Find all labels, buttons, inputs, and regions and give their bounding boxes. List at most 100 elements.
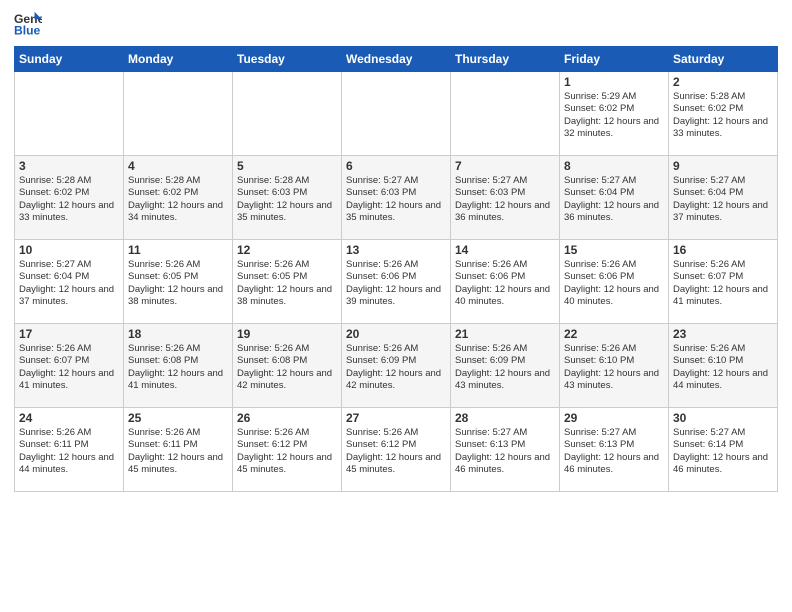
weekday-header: Friday	[560, 47, 669, 72]
calendar-cell: 25Sunrise: 5:26 AMSunset: 6:11 PMDayligh…	[124, 408, 233, 492]
weekday-header: Wednesday	[342, 47, 451, 72]
day-info-line: Sunrise: 5:27 AM	[19, 259, 119, 271]
day-info-line: Daylight: 12 hours and 35 minutes.	[346, 200, 446, 225]
day-info-line: Sunset: 6:05 PM	[237, 271, 337, 283]
day-info-line: Sunrise: 5:26 AM	[237, 259, 337, 271]
day-info-line: Sunrise: 5:26 AM	[564, 259, 664, 271]
day-info-line: Sunrise: 5:28 AM	[237, 175, 337, 187]
day-info-line: Sunrise: 5:26 AM	[237, 427, 337, 439]
day-number: 7	[455, 159, 555, 173]
calendar-week-row: 17 Sunrise: 5:26 AM Sunset: 6:07 PM Dayligh…	[15, 324, 778, 408]
day-number: 23	[673, 327, 773, 341]
day-number: 26	[237, 411, 337, 425]
day-info-line: Sunrise: 5:29 AM	[564, 91, 664, 103]
calendar-week-row: 3Sunrise: 5:28 AMSunset: 6:02 PMDaylight…	[15, 156, 778, 240]
day-info-line: Daylight: 12 hours and 38 minutes.	[237, 284, 337, 309]
day-info-line: Sunrise: 5:28 AM	[128, 175, 228, 187]
day-info-line: Daylight: 12 hours and 34 minutes.	[128, 200, 228, 225]
day-info-line: Daylight: 12 hours and 40 minutes.	[455, 284, 555, 309]
day-info-line: Sunset: 6:14 PM	[673, 439, 773, 451]
day-info-line: Sunrise: 5:27 AM	[455, 175, 555, 187]
weekday-header: Sunday	[15, 47, 124, 72]
day-info-line: Sunset: 6:11 PM	[128, 439, 228, 451]
day-info-line: Sunset: 6:09 PM	[346, 355, 446, 367]
calendar-table: SundayMondayTuesdayWednesdayThursdayFrid…	[14, 46, 778, 492]
day-info-line: Daylight: 12 hours and 36 minutes.	[564, 200, 664, 225]
calendar-cell: 8Sunrise: 5:27 AMSunset: 6:04 PMDaylight…	[560, 156, 669, 240]
day-number: 10	[19, 243, 119, 257]
day-info-line: Sunset: 6:03 PM	[455, 187, 555, 199]
day-info-line: Sunrise: 5:28 AM	[19, 175, 119, 187]
day-info-line: Daylight: 12 hours and 46 minutes.	[564, 452, 664, 477]
day-info-line: Sunset: 6:07 PM	[19, 355, 119, 367]
calendar-cell: 1Sunrise: 5:29 AMSunset: 6:02 PMDaylight…	[560, 72, 669, 156]
day-info-line: Daylight: 12 hours and 41 minutes.	[128, 368, 228, 393]
day-info-line: Sunset: 6:03 PM	[237, 187, 337, 199]
calendar-cell: 16Sunrise: 5:26 AMSunset: 6:07 PMDayligh…	[669, 240, 778, 324]
day-info-line: Daylight: 12 hours and 32 minutes.	[564, 116, 664, 141]
day-info-line: Sunrise: 5:26 AM	[19, 427, 119, 439]
calendar-cell: 29Sunrise: 5:27 AMSunset: 6:13 PMDayligh…	[560, 408, 669, 492]
day-info-line: Sunset: 6:11 PM	[19, 439, 119, 451]
calendar-cell	[233, 72, 342, 156]
calendar-cell: 12Sunrise: 5:26 AMSunset: 6:05 PMDayligh…	[233, 240, 342, 324]
day-info-line: Sunrise: 5:26 AM	[128, 427, 228, 439]
day-number: 14	[455, 243, 555, 257]
day-info-line: Sunset: 6:10 PM	[673, 355, 773, 367]
calendar-cell: 11Sunrise: 5:26 AMSunset: 6:05 PMDayligh…	[124, 240, 233, 324]
day-number: 4	[128, 159, 228, 173]
day-info-line: Sunrise: 5:27 AM	[455, 427, 555, 439]
calendar-cell: 22Sunrise: 5:26 AMSunset: 6:10 PMDayligh…	[560, 324, 669, 408]
calendar-cell: 26 Sunrise: 5:26 AMSunset: 6:12 PMDayligh…	[233, 408, 342, 492]
day-info-line: Daylight: 12 hours and 45 minutes.	[237, 452, 337, 477]
calendar-cell: 3Sunrise: 5:28 AMSunset: 6:02 PMDaylight…	[15, 156, 124, 240]
day-info-line: Sunset: 6:13 PM	[455, 439, 555, 451]
day-info-line: Sunset: 6:04 PM	[673, 187, 773, 199]
day-info-line: Sunset: 6:06 PM	[455, 271, 555, 283]
day-number: 30	[673, 411, 773, 425]
header: General Blue	[14, 10, 778, 38]
weekday-header: Tuesday	[233, 47, 342, 72]
calendar-cell: 24Sunrise: 5:26 AMSunset: 6:11 PMDayligh…	[15, 408, 124, 492]
day-info-line: Sunrise: 5:26 AM	[237, 343, 337, 355]
calendar-cell: 14 Sunrise: 5:26 AMSunset: 6:06 PMDayligh…	[451, 240, 560, 324]
day-info-line: Sunrise: 5:26 AM	[673, 343, 773, 355]
day-number: 22	[564, 327, 664, 341]
day-info-line: Daylight: 12 hours and 44 minutes.	[673, 368, 773, 393]
day-info-line: Sunset: 6:08 PM	[128, 355, 228, 367]
calendar-cell: 23 Sunrise: 5:26 AMSunset: 6:10 PMDayligh…	[669, 324, 778, 408]
day-info-line: Daylight: 12 hours and 37 minutes.	[673, 200, 773, 225]
day-info-line: Sunset: 6:05 PM	[128, 271, 228, 283]
day-info-line: Sunset: 6:04 PM	[564, 187, 664, 199]
day-info-line: Sunrise: 5:26 AM	[673, 259, 773, 271]
day-info-line: Daylight: 12 hours and 35 minutes.	[237, 200, 337, 225]
day-number: 3	[19, 159, 119, 173]
day-info-line: Sunset: 6:02 PM	[564, 103, 664, 115]
day-number: 2	[673, 75, 773, 89]
day-info-line: Daylight: 12 hours and 46 minutes.	[673, 452, 773, 477]
calendar-cell: 4Sunrise: 5:28 AMSunset: 6:02 PMDaylight…	[124, 156, 233, 240]
calendar-week-row: 10Sunrise: 5:27 AMSunset: 6:04 PMDayligh…	[15, 240, 778, 324]
day-info-line: Sunrise: 5:27 AM	[346, 175, 446, 187]
day-info-line: Daylight: 12 hours and 46 minutes.	[455, 452, 555, 477]
day-info-line: Sunset: 6:09 PM	[455, 355, 555, 367]
day-info-line: Sunrise: 5:26 AM	[346, 343, 446, 355]
calendar-cell	[451, 72, 560, 156]
day-info-line: Daylight: 12 hours and 33 minutes.	[19, 200, 119, 225]
day-info-line: Sunset: 6:12 PM	[237, 439, 337, 451]
day-info-line: Daylight: 12 hours and 37 minutes.	[19, 284, 119, 309]
day-number: 27	[346, 411, 446, 425]
day-info-line: Sunrise: 5:26 AM	[455, 259, 555, 271]
day-info-line: Sunrise: 5:28 AM	[673, 91, 773, 103]
day-info-line: Sunrise: 5:26 AM	[455, 343, 555, 355]
calendar-cell: 13Sunrise: 5:26 AMSunset: 6:06 PMDayligh…	[342, 240, 451, 324]
day-info-line: Sunrise: 5:26 AM	[128, 259, 228, 271]
day-info-line: Daylight: 12 hours and 40 minutes.	[564, 284, 664, 309]
day-info-line: Sunrise: 5:26 AM	[564, 343, 664, 355]
day-info-line: Daylight: 12 hours and 39 minutes.	[346, 284, 446, 309]
day-info-line: Sunset: 6:06 PM	[564, 271, 664, 283]
day-info-line: Daylight: 12 hours and 42 minutes.	[237, 368, 337, 393]
weekday-header: Monday	[124, 47, 233, 72]
svg-text:Blue: Blue	[14, 23, 41, 37]
day-number: 17	[19, 327, 119, 341]
